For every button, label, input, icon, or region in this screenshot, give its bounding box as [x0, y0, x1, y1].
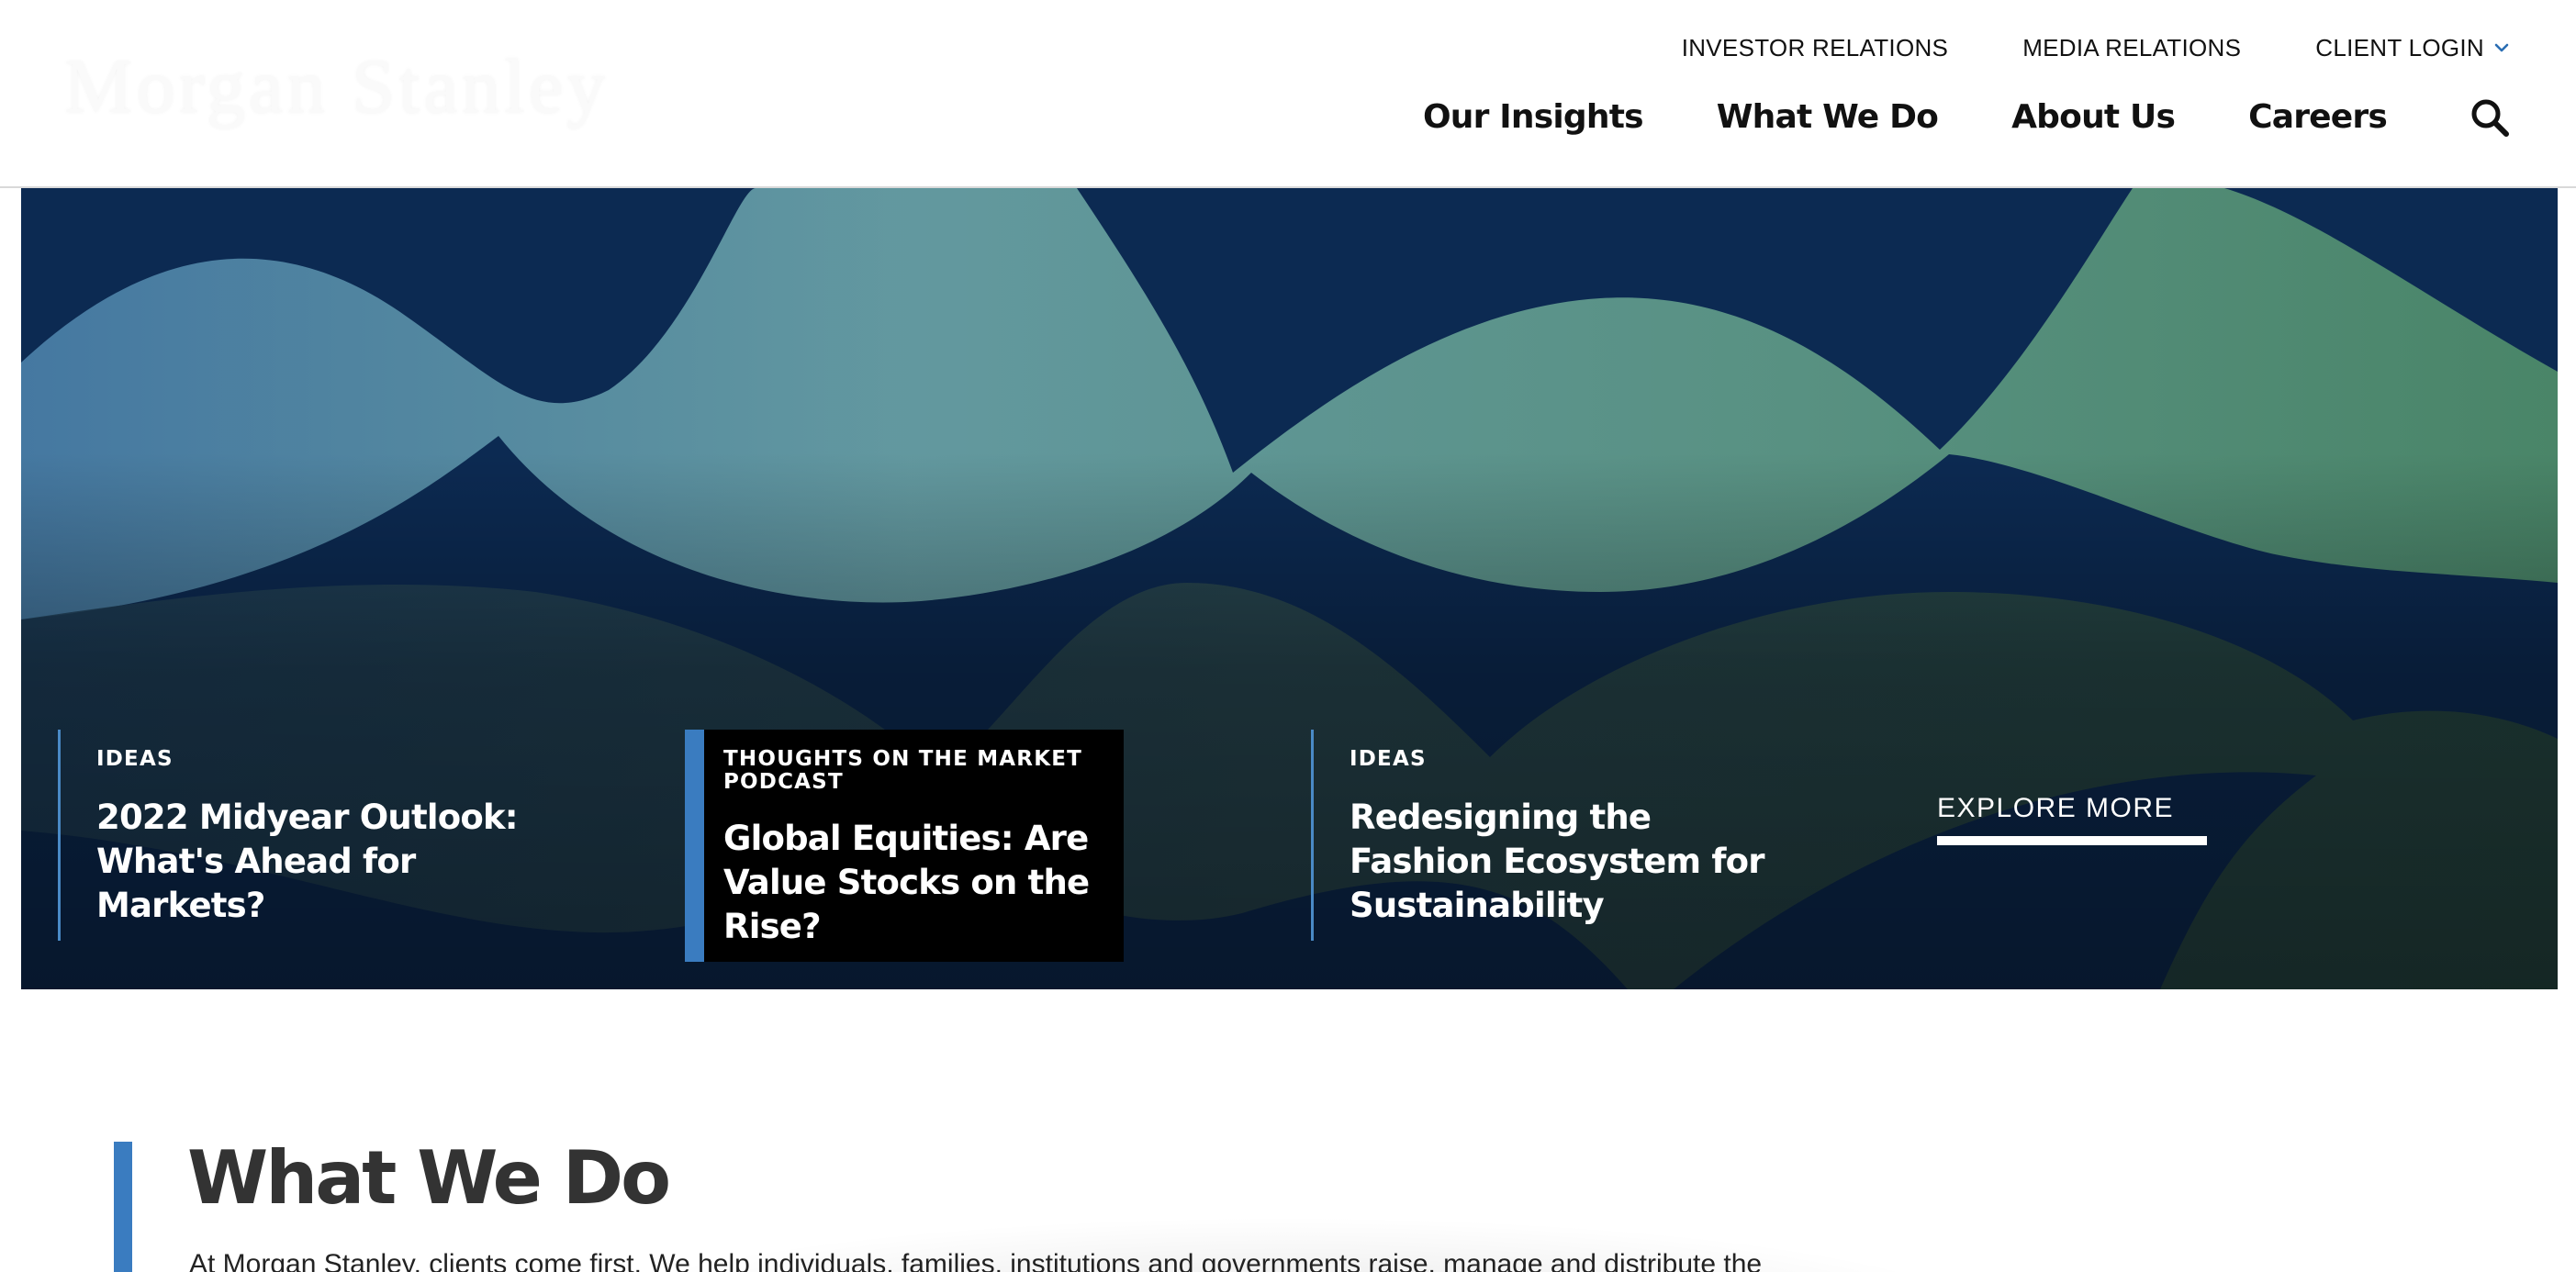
nav-what-we-do[interactable]: What We Do [1717, 94, 1939, 141]
card-title: Redesigning the Fashion Ecosystem for Su… [1350, 798, 1765, 925]
search-icon [2471, 99, 2509, 137]
main-nav: Our Insights What We Do About Us Careers [1350, 94, 2512, 141]
nav-our-insights[interactable]: Our Insights [1423, 94, 1644, 141]
explore-more-underline [1937, 836, 2207, 845]
explore-more-link[interactable]: EXPLORE MORE [1937, 790, 2207, 845]
explore-more-label: EXPLORE MORE [1937, 793, 2175, 823]
utility-link-investor-relations[interactable]: INVESTOR RELATIONS [1682, 31, 1949, 64]
card-tag: THOUGHTS ON THE MARKET PODCAST [723, 747, 1083, 794]
card-title: Global Equities: Are Value Stocks on the… [723, 819, 1090, 946]
chevron-down-icon [2494, 43, 2509, 52]
nav-careers[interactable]: Careers [2248, 94, 2388, 141]
hero-banner: IDEAS 2022 Midyear Outlook: What's Ahead… [21, 188, 2558, 989]
card-accent-bar [58, 730, 61, 941]
card-accent-bar [1311, 730, 1314, 941]
what-we-do-section: What We Do At Morgan Stanley, clients co… [0, 989, 2576, 1272]
logo-text: Morgan Stanley [64, 44, 610, 129]
logo[interactable]: Morgan Stanley [64, 46, 605, 128]
card-title: 2022 Midyear Outlook: What's Ahead for M… [96, 798, 519, 925]
section-accent-bar [114, 1142, 132, 1272]
card-tag: IDEAS [96, 747, 174, 771]
hero-card-fashion-ecosystem[interactable]: IDEAS Redesigning the Fashion Ecosystem … [1311, 730, 1825, 941]
card-accent-bar [685, 730, 704, 962]
hero-card-global-equities[interactable]: THOUGHTS ON THE MARKET PODCAST Global Eq… [685, 730, 1124, 962]
card-tag: IDEAS [1350, 747, 1427, 771]
section-body: At Morgan Stanley, clients come first. W… [189, 1249, 1763, 1272]
search-button[interactable] [2468, 95, 2512, 139]
section-title: What We Do [187, 1135, 671, 1221]
nav-about-us[interactable]: About Us [2011, 94, 2176, 141]
client-login-dropdown[interactable]: CLIENT LOGIN [2315, 31, 2512, 64]
hero-card-midyear-outlook[interactable]: IDEAS 2022 Midyear Outlook: What's Ahead… [58, 730, 572, 941]
utility-nav: INVESTOR RELATIONS MEDIA RELATIONS CLIEN… [1607, 31, 2512, 64]
site-header: Morgan Stanley INVESTOR RELATIONS MEDIA … [0, 0, 2576, 188]
utility-link-media-relations[interactable]: MEDIA RELATIONS [2022, 31, 2241, 64]
client-login-label: CLIENT LOGIN [2315, 34, 2484, 61]
